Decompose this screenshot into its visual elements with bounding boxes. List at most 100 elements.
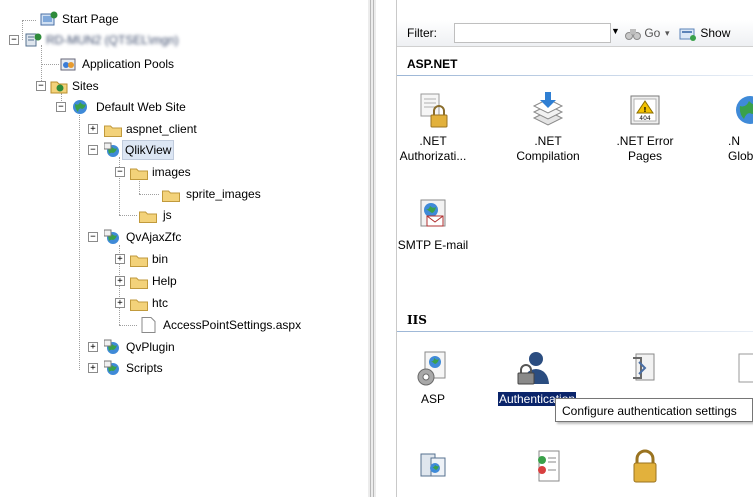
collapse-icon[interactable]: − [56,102,66,112]
collapse-icon[interactable]: − [9,35,19,45]
web-application-icon [103,229,122,245]
tree-item-label: js [163,208,172,222]
tree-line [119,157,120,215]
connections-tree: Start Page − RD-MUN2 (QTSEL\mgn) Applica… [0,0,368,497]
folder-icon [130,275,148,289]
authentication-icon [514,350,550,386]
compression-icon [627,350,663,386]
tree-item-label: Sites [72,79,99,93]
pane-splitter[interactable] [368,0,376,497]
feature-lock[interactable] [605,448,685,490]
tree-line [79,115,80,370]
feature-net-globalization[interactable]: .NGlobal [710,92,753,164]
net-compilation-icon [530,92,566,128]
tree-item-label: Start Page [62,12,119,26]
tree-item-label: AccessPointSettings.aspx [163,318,302,332]
feature-label: .NET Error Pages [616,134,674,163]
go-dropdown-icon[interactable]: ▾ [665,23,670,43]
svg-text:!: ! [643,106,646,114]
tree-item-label: aspnet_client [126,122,197,136]
file-icon [139,317,157,333]
tree-item-label: images [152,165,191,179]
feature-cgi[interactable] [393,448,473,490]
folder-icon [104,123,122,137]
folder-icon [130,297,148,311]
authentication-tooltip: Configure authentication settings [555,398,753,422]
tree-item-label: Default Web Site [96,100,186,114]
feature-label: .NET Compilation [516,134,580,163]
tree-item-label: htc [152,296,169,310]
net-authorization-icon [415,92,451,128]
feature-asp[interactable]: ASP [393,350,473,407]
collapse-icon[interactable]: − [36,81,46,91]
default-document-icon [530,448,566,484]
tree-item-label: Scripts [126,361,163,375]
tree-item-label: Help [152,274,177,288]
collapse-icon[interactable]: − [115,167,125,177]
tree-line [22,20,23,40]
feature-compression[interactable] [605,350,685,392]
folder-icon [130,166,148,180]
tree-item-label: RD-MUN2 (QTSEL\mgn) [46,33,179,47]
go-label: Go [644,26,661,40]
cgi-icon [415,448,451,484]
tree-item-label: QvAjaxZfc [126,230,182,244]
feature-partial[interactable] [715,350,753,392]
tree-line [119,325,137,326]
folder-icon [139,209,157,223]
group-title: ASP.NET [407,57,458,71]
folder-icon [130,253,148,267]
filter-toolbar: Filter: ▼ Go ▾ Show [397,20,753,47]
collapse-icon[interactable]: − [88,232,98,242]
tree-item-label: QvPlugin [126,340,175,354]
feature-label: SMTP E-mail [397,238,469,252]
filter-input[interactable] [454,23,611,43]
filter-dropdown-icon[interactable]: ▼ [611,26,620,36]
feature-net-authorization[interactable]: .NET Authorizati... [393,92,473,164]
go-button[interactable]: Go [625,23,660,43]
expand-icon[interactable]: + [115,298,125,308]
group-divider [397,75,753,76]
net-globalization-icon [732,92,753,128]
tree-line [41,64,59,65]
expand-icon[interactable]: + [115,254,125,264]
expand-icon[interactable]: + [115,276,125,286]
tree-line [139,178,140,194]
web-application-icon [103,360,122,376]
application-pools-icon [60,56,78,72]
tree-item-label: Application Pools [82,57,175,71]
feature-net-compilation[interactable]: .NET Compilation [508,92,588,164]
feature-net-error-pages[interactable]: ! 404 .NET Error Pages [605,92,685,164]
group-title: IIS [407,313,427,327]
tree-line [119,215,137,216]
feature-smtp-email[interactable]: SMTP E-mail [393,196,473,253]
server-icon [24,32,42,48]
show-label: Show [700,26,731,40]
lock-icon [627,448,663,484]
binoculars-icon [625,28,641,40]
expand-icon[interactable]: + [88,124,98,134]
tree-item-label: bin [152,252,169,266]
expand-icon[interactable]: + [88,363,98,373]
group-header-iis[interactable]: IIS [397,308,753,332]
smtp-email-icon [415,196,451,232]
group-divider [397,331,753,332]
feature-label: ASP [420,392,445,406]
feature-label: .NET Authorizati... [399,134,467,163]
show-all-icon [679,28,696,41]
asp-icon [415,350,451,386]
tree-line [139,194,159,195]
net-error-pages-icon: ! 404 [627,92,663,128]
sites-folder-icon [50,78,68,94]
group-header-aspnet[interactable]: ASP.NET [397,52,753,76]
show-button[interactable]: Show [679,23,730,43]
collapse-icon[interactable]: − [88,145,98,155]
globe-icon [72,99,90,115]
folder-icon [162,188,180,202]
feature-default-document[interactable] [508,448,588,490]
feature-label: .NGlobal [728,134,753,163]
web-application-icon [103,142,122,158]
expand-icon[interactable]: + [88,342,98,352]
filter-label: Filter: [407,26,437,40]
start-page-icon [40,11,58,27]
